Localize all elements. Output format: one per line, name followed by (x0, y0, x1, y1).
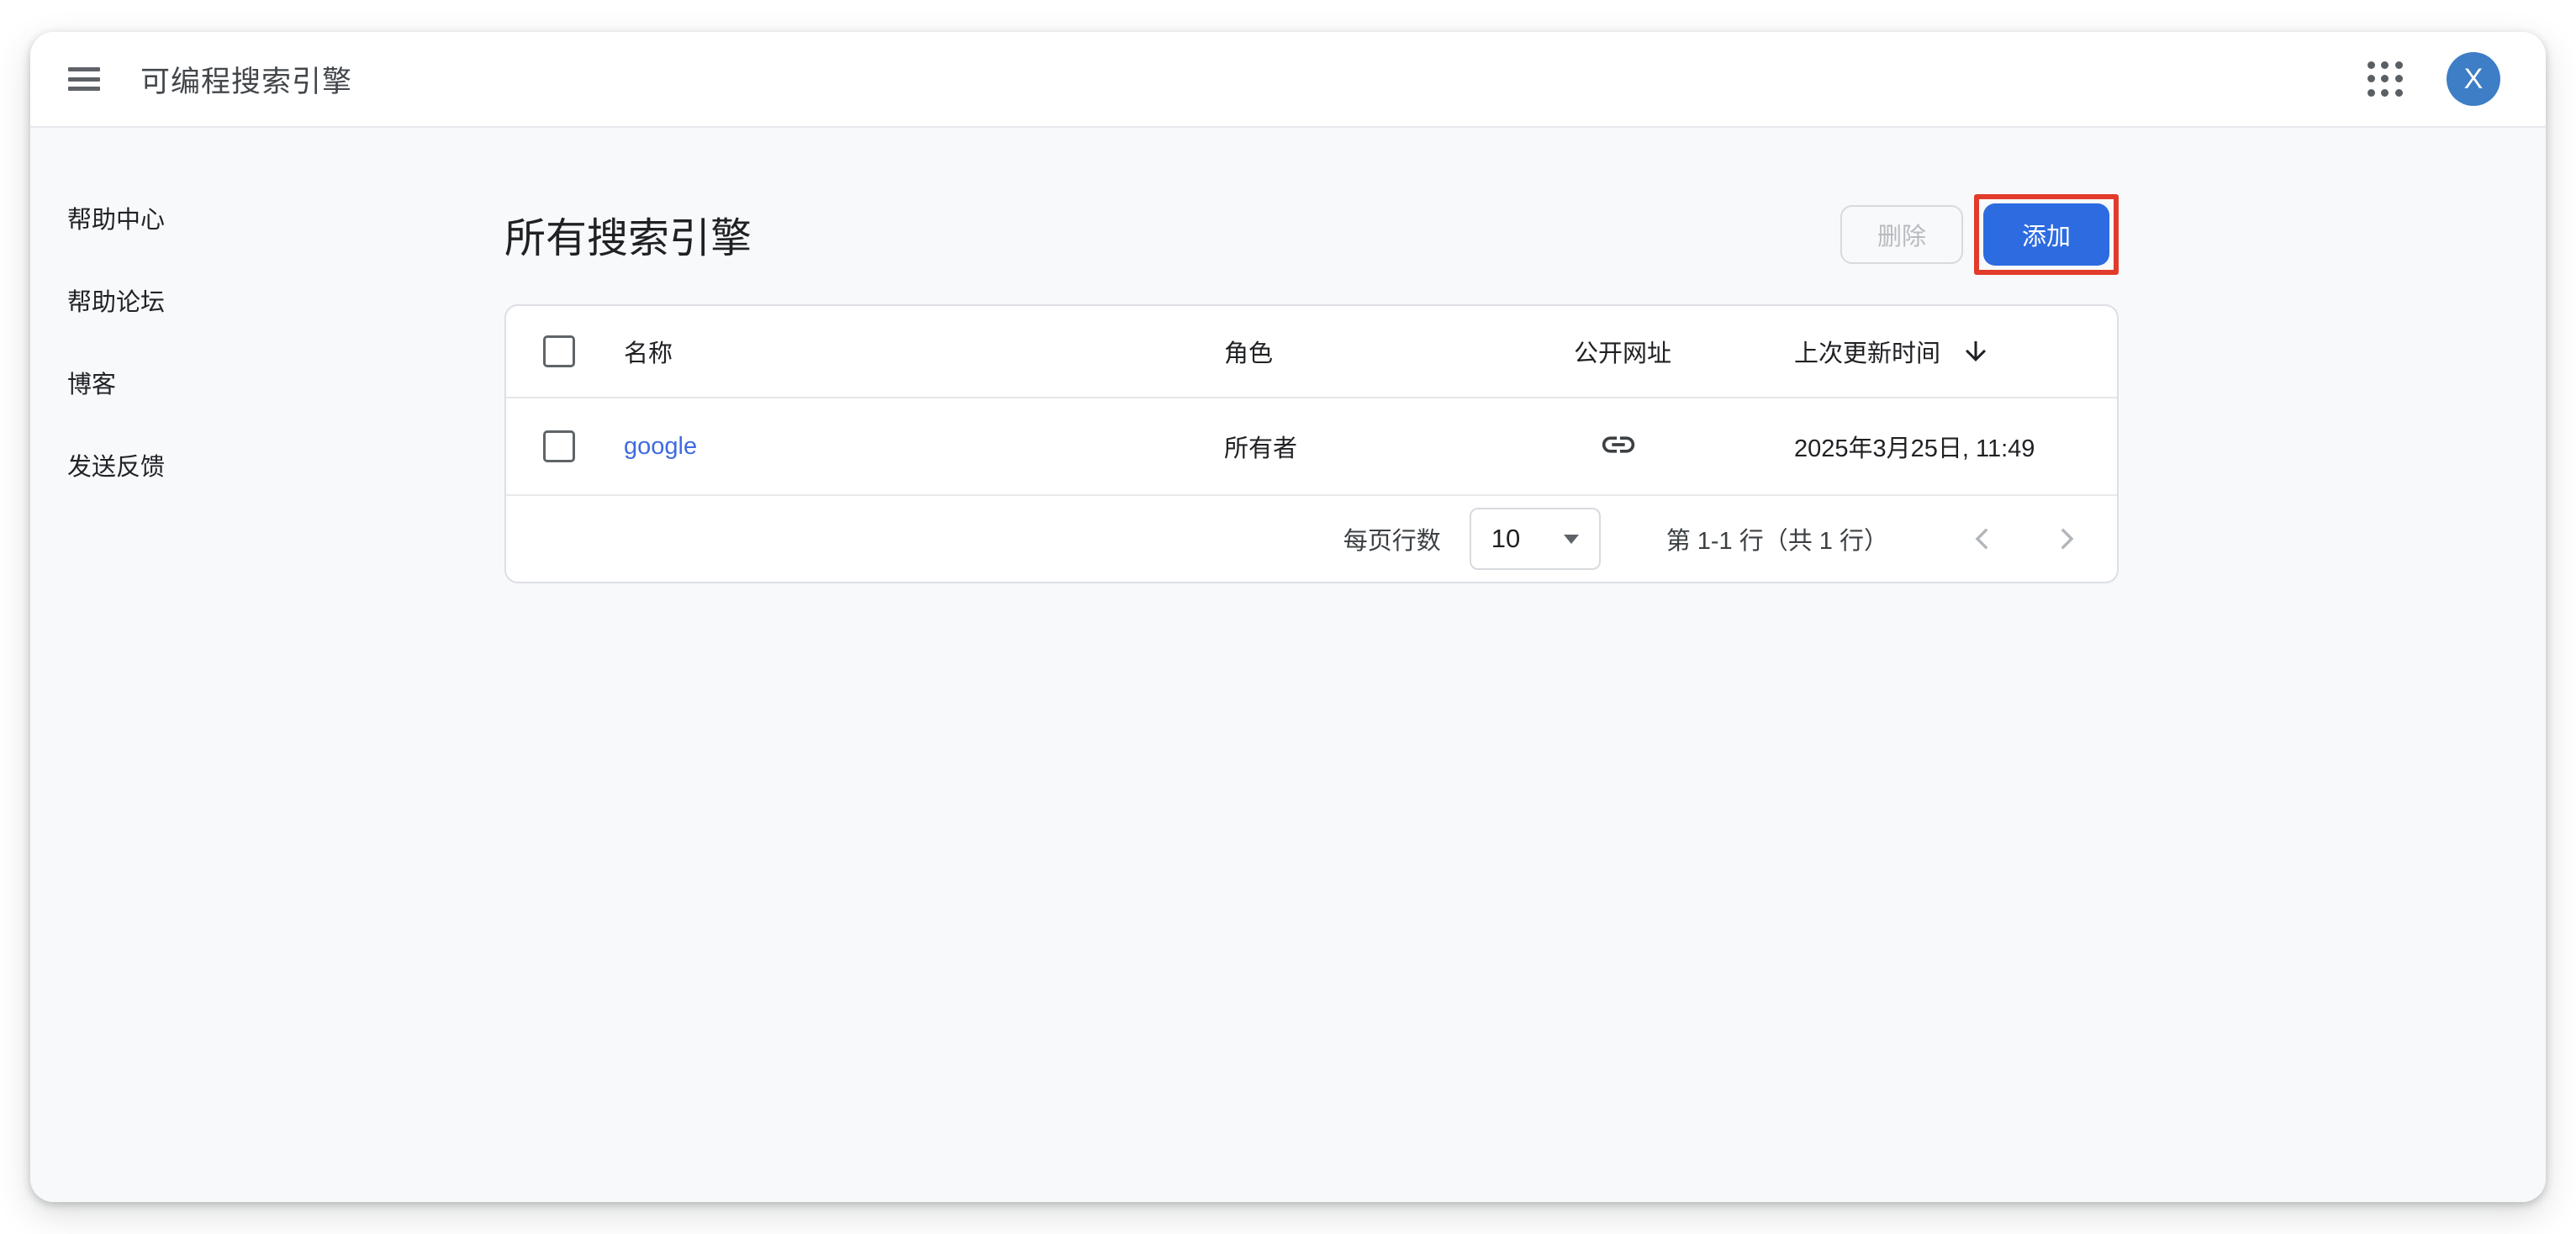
select-all-checkbox[interactable] (543, 335, 575, 367)
app-header: 可编程搜索引擎 X (30, 32, 2546, 128)
table-pagination: 每页行数 10 第 1-1 行（共 1 行） (506, 496, 2117, 582)
menu-icon[interactable] (68, 67, 100, 91)
column-header-public-url: 公开网址 (1574, 334, 1794, 369)
table-header-row: 名称 角色 公开网址 上次更新时间 (506, 306, 2117, 398)
public-url-cell (1574, 425, 1794, 468)
row-checkbox-cell (506, 430, 624, 462)
sidebar: 帮助中心 帮助论坛 博客 发送反馈 (30, 128, 504, 1202)
chevron-left-icon[interactable] (1969, 525, 1998, 553)
engine-role: 所有者 (1224, 429, 1574, 464)
sidebar-item-help-center[interactable]: 帮助中心 (30, 177, 504, 259)
annotation-highlight-box: 添加 (1974, 194, 2119, 275)
add-button[interactable]: 添加 (1983, 203, 2109, 266)
avatar[interactable]: X (2447, 52, 2500, 106)
chevron-right-icon[interactable] (2051, 525, 2080, 553)
main-content: 所有搜索引擎 删除 添加 名称 角色 (504, 128, 2546, 1202)
column-header-name: 名称 (624, 334, 1224, 369)
rows-per-page-select[interactable]: 10 (1470, 508, 1601, 570)
rows-per-page-label: 每页行数 (1343, 521, 1441, 556)
sidebar-item-blog[interactable]: 博客 (30, 341, 504, 424)
search-engines-table: 名称 角色 公开网址 上次更新时间 (504, 304, 2119, 583)
dropdown-arrow-icon (1564, 535, 1579, 544)
action-buttons: 删除 添加 (1840, 194, 2119, 275)
app-body: 帮助中心 帮助论坛 博客 发送反馈 所有搜索引擎 删除 添加 (30, 128, 2546, 1202)
sidebar-item-help-forum[interactable]: 帮助论坛 (30, 259, 504, 341)
title-row: 所有搜索引擎 删除 添加 (504, 188, 2119, 281)
arrow-down-icon[interactable] (1961, 336, 1991, 367)
header-checkbox-cell (506, 335, 624, 367)
column-header-role: 角色 (1224, 334, 1574, 369)
sidebar-item-send-feedback[interactable]: 发送反馈 (30, 424, 504, 506)
apps-grid-icon[interactable] (2367, 61, 2403, 97)
app-title: 可编程搜索引擎 (140, 58, 352, 101)
app-window: 可编程搜索引擎 X 帮助中心 帮助论坛 博客 发送反馈 所有搜索引擎 删除 添 (30, 32, 2546, 1202)
delete-button[interactable]: 删除 (1840, 205, 1963, 264)
row-checkbox[interactable] (543, 430, 575, 462)
page-title: 所有搜索引擎 (504, 205, 752, 265)
rows-per-page-value: 10 (1491, 524, 1520, 554)
column-header-last-updated[interactable]: 上次更新时间 (1794, 334, 2117, 369)
link-icon[interactable] (1599, 425, 1638, 468)
pagination-range-text: 第 1-1 行（共 1 行） (1666, 521, 1888, 556)
engine-updated-time: 2025年3月25日, 11:49 (1794, 429, 2117, 464)
column-header-last-updated-label: 上次更新时间 (1794, 334, 1940, 369)
engine-name-link[interactable]: google (624, 433, 697, 460)
table-row: google 所有者 2025年3月25日, 11:49 (506, 398, 2117, 496)
